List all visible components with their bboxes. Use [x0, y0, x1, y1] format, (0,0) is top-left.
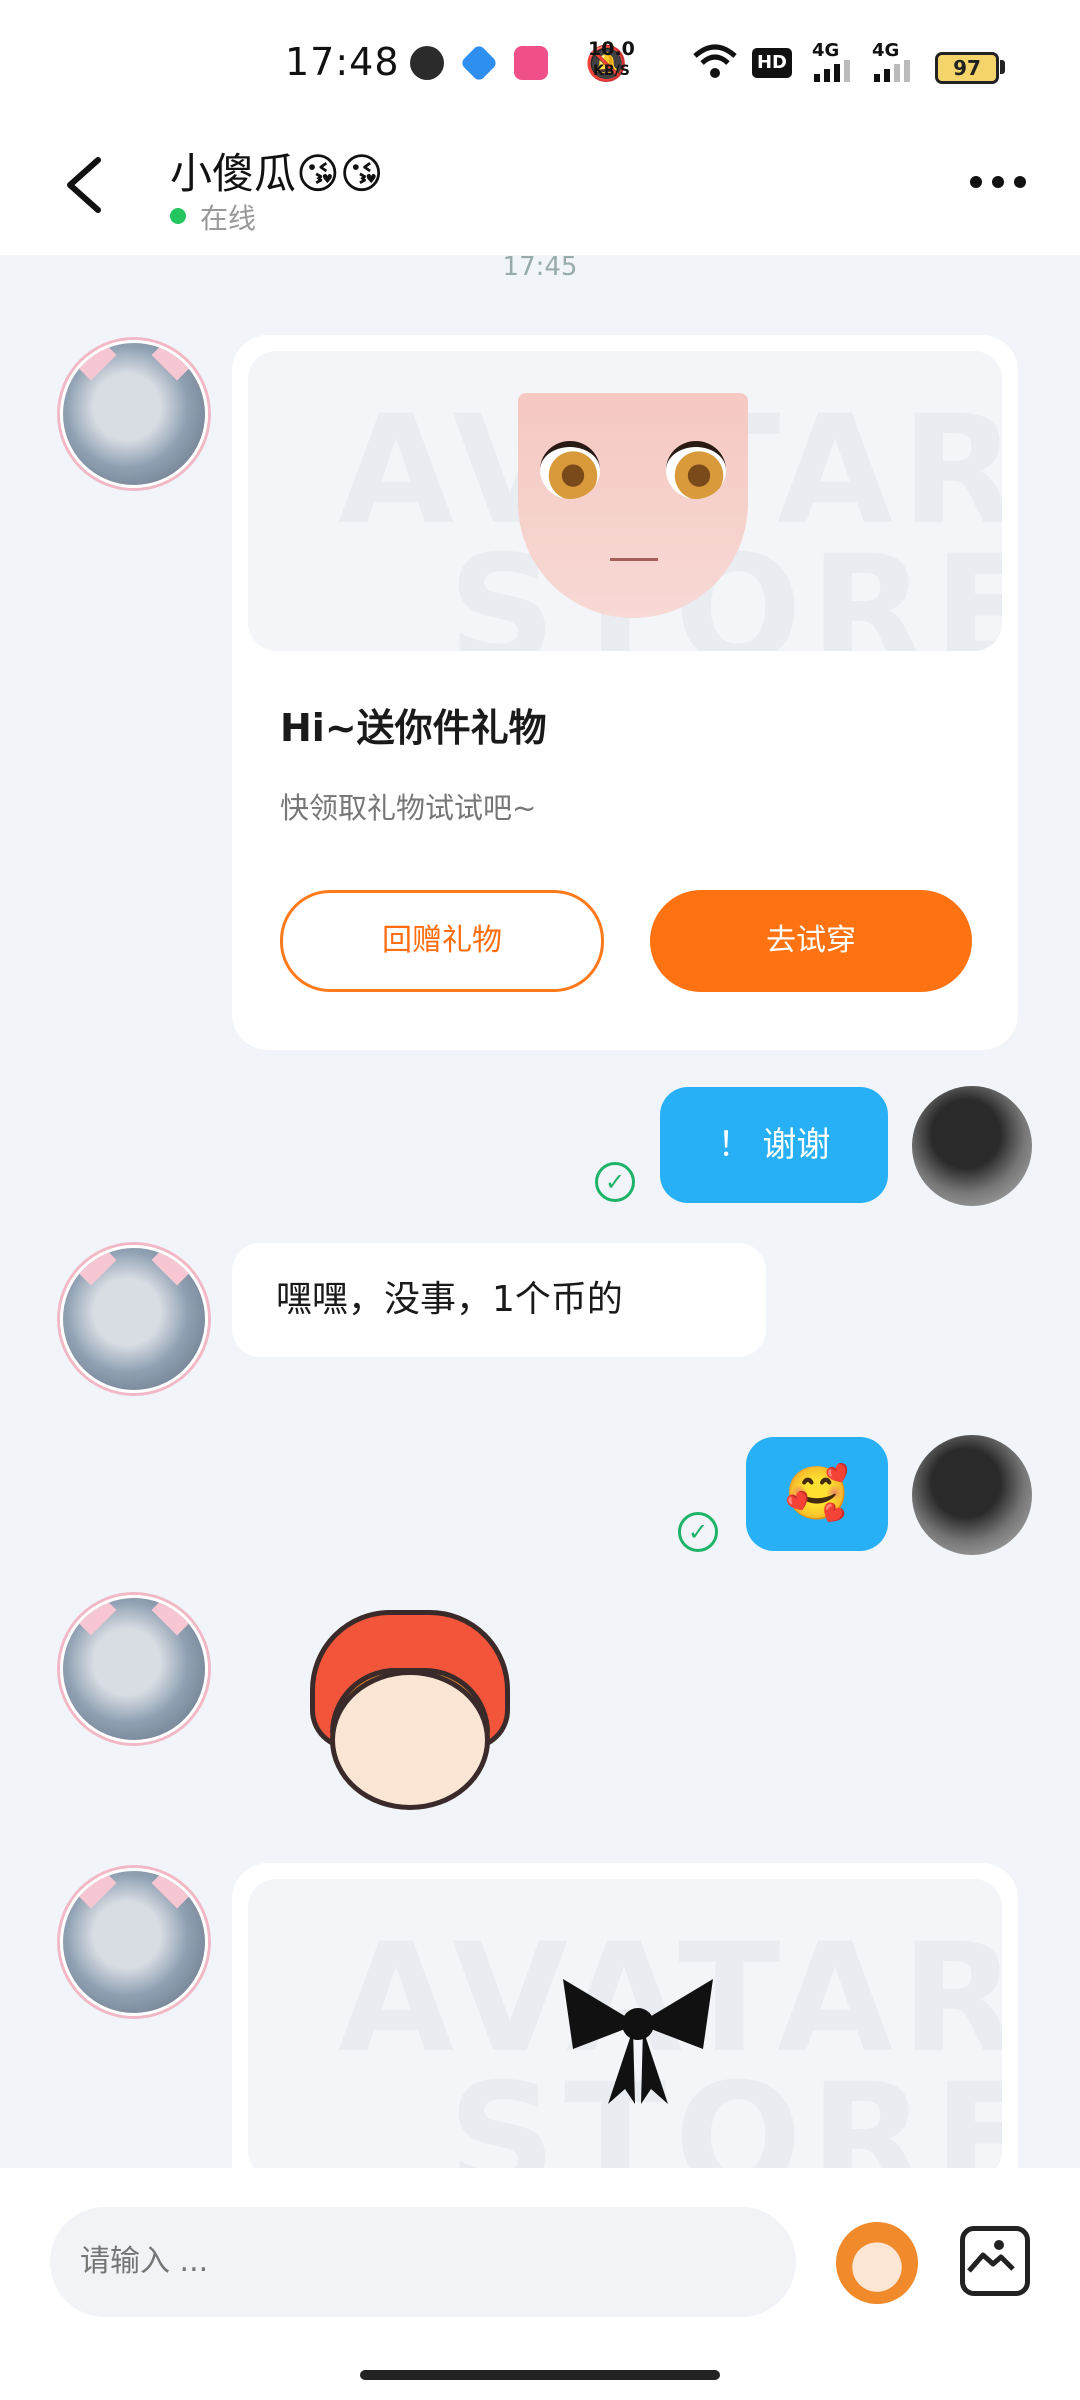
gift-card-title: Hi~送你件礼物	[280, 706, 547, 750]
message-input[interactable]	[50, 2207, 796, 2317]
message-timestamp: 17:45	[502, 252, 578, 282]
chat-title: 小傻瓜😘😘	[170, 149, 384, 198]
sticker-image[interactable]	[290, 1610, 520, 1810]
bow-image	[563, 1979, 713, 2104]
contact-avatar[interactable]	[60, 1245, 208, 1393]
signal-icon-1	[812, 60, 854, 86]
online-status-text: 在线	[200, 202, 257, 235]
signal-4g-label-2: 4G	[872, 40, 900, 61]
wifi-icon	[693, 44, 737, 89]
chat-header	[0, 120, 1080, 255]
message-bubble-sent[interactable]: ！ 谢谢	[660, 1087, 888, 1203]
message-bubble-sent-emoji[interactable]: 🥰	[746, 1437, 888, 1551]
network-speed: 10.0 KB/S	[588, 38, 635, 82]
battery-tip	[1000, 60, 1005, 74]
try-on-button[interactable]: 去试穿	[650, 890, 972, 992]
watermark-line-2: STORE	[448, 2052, 1002, 2179]
gift-card: AVATAR STORE Hi~送你件礼物 快领取礼物试试吧~ 回赠礼物 去试穿	[232, 335, 1018, 1050]
status-time: 17:48	[285, 40, 400, 84]
gift-banner-image: AVATAR STORE	[248, 1879, 1002, 2179]
return-gift-button[interactable]: 回赠礼物	[280, 890, 604, 992]
image-picker-icon[interactable]	[960, 2226, 1030, 2296]
wechat-icon	[410, 46, 444, 80]
home-indicator[interactable]	[360, 2370, 720, 2380]
my-avatar[interactable]	[912, 1435, 1032, 1555]
signal-icon-2	[872, 60, 914, 86]
message-bubble-received[interactable]: 嘿嘿，没事，1个币的	[232, 1243, 766, 1357]
signal-4g-label-1: 4G	[812, 40, 840, 61]
read-check-icon: ✓	[678, 1512, 718, 1552]
battery-level: 97	[953, 56, 981, 80]
gift-banner-image: AVATAR STORE	[248, 351, 1002, 651]
my-avatar[interactable]	[912, 1086, 1032, 1206]
battery-icon: 97	[935, 52, 999, 84]
contact-avatar[interactable]	[60, 340, 208, 488]
more-options-icon[interactable]	[966, 160, 1036, 200]
gift-card-subtitle: 快领取礼物试试吧~	[280, 791, 537, 825]
app-pink-icon	[514, 46, 548, 80]
online-status-dot	[170, 208, 186, 224]
contact-avatar[interactable]	[60, 1868, 208, 2016]
net-speed-unit: KB/S	[593, 63, 630, 79]
sticker-mascot-icon[interactable]	[836, 2222, 918, 2304]
back-arrow-icon[interactable]	[58, 150, 118, 220]
net-speed-value: 10.0	[588, 38, 635, 60]
hd-badge: HD	[752, 48, 792, 78]
read-check-icon: ✓	[595, 1162, 635, 1202]
avatar-face-image	[518, 393, 748, 618]
contact-avatar[interactable]	[60, 1595, 208, 1743]
